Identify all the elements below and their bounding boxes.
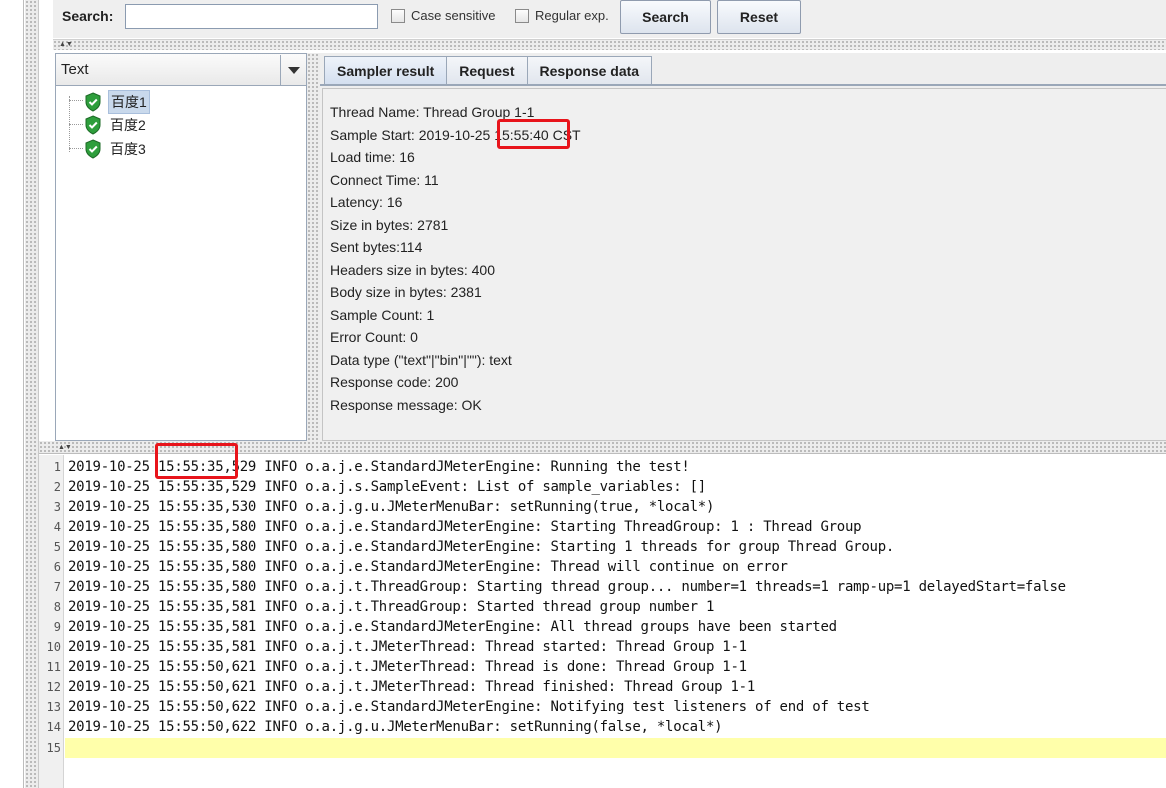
detail-thread-name: Thread Name: Thread Group 1-1 bbox=[330, 104, 535, 120]
line-number: 6 bbox=[53, 560, 61, 574]
reset-button[interactable]: Reset bbox=[717, 0, 801, 34]
case-sensitive-label: Case sensitive bbox=[411, 8, 496, 23]
search-button[interactable]: Search bbox=[620, 0, 711, 34]
log-text: 2019-10-25 15:55:50,622 INFO o.a.j.g.u.J… bbox=[68, 719, 723, 735]
checkbox-box[interactable] bbox=[391, 8, 405, 23]
log-line: 7 2019-10-25 15:55:35,580 INFO o.a.j.t.Th… bbox=[39, 577, 1166, 597]
tree-item-label: 百度3 bbox=[110, 141, 146, 157]
log-line: 3 2019-10-25 15:55:35,530 INFO o.a.j.g.u.… bbox=[39, 497, 1166, 517]
renderer-select-button[interactable] bbox=[280, 55, 306, 85]
line-number: 7 bbox=[53, 580, 61, 594]
log-text: 2019-10-25 15:55:35,580 INFO o.a.j.t.Thr… bbox=[68, 579, 1066, 595]
tree-connector bbox=[69, 100, 83, 101]
log-line[interactable]: 15 bbox=[39, 738, 1166, 758]
detail-error-count: Error Count: 0 bbox=[330, 329, 418, 345]
detail-response-message: Response message: OK bbox=[330, 397, 482, 413]
detail-sent-bytes: Sent bytes:114 bbox=[330, 239, 423, 255]
log-line: 4 2019-10-25 15:55:35,580 INFO o.a.j.e.St… bbox=[39, 517, 1166, 537]
tree-item-label: 百度1 bbox=[108, 90, 150, 114]
details-tabs: Sampler result Request Response data bbox=[324, 56, 653, 84]
log-line: 10 2019-10-25 15:55:35,581 INFO o.a.j.t.J… bbox=[39, 637, 1166, 657]
left-splitter[interactable] bbox=[25, 0, 39, 788]
tab-divider bbox=[320, 84, 1166, 86]
line-number: 13 bbox=[46, 700, 61, 714]
splitter-arrows-icon[interactable]: ▲▼ bbox=[58, 444, 72, 451]
renderer-select[interactable] bbox=[56, 54, 306, 86]
highlight-sample-start-time bbox=[497, 119, 570, 149]
tree-connector bbox=[69, 148, 83, 149]
log-text: 2019-10-25 15:55:35,580 INFO o.a.j.e.Sta… bbox=[68, 539, 895, 555]
log-line: 6 2019-10-25 15:55:35,580 INFO o.a.j.e.St… bbox=[39, 557, 1166, 577]
log-text: 2019-10-25 15:55:35,581 INFO o.a.j.e.Sta… bbox=[68, 619, 837, 635]
line-number: 12 bbox=[46, 680, 61, 694]
tree-item-baidu3[interactable]: 百度3 bbox=[84, 138, 148, 160]
highlight-log-start-time bbox=[155, 443, 238, 479]
tree-item-label: 百度2 bbox=[110, 117, 146, 133]
regular-exp-checkbox[interactable]: Regular exp. bbox=[515, 8, 609, 23]
renderer-select-value: Text bbox=[61, 61, 89, 78]
log-text: 2019-10-25 15:55:35,581 INFO o.a.j.t.Thr… bbox=[68, 599, 715, 615]
log-line: 11 2019-10-25 15:55:50,621 INFO o.a.j.t.J… bbox=[39, 657, 1166, 677]
green-check-shield-icon bbox=[85, 115, 101, 135]
line-number: 3 bbox=[53, 500, 61, 514]
tab-request[interactable]: Request bbox=[446, 56, 528, 84]
log-text: 2019-10-25 15:55:35,529 INFO o.a.j.s.Sam… bbox=[68, 479, 706, 495]
chevron-down-icon bbox=[287, 66, 300, 74]
log-text: 2019-10-25 15:55:50,622 INFO o.a.j.e.Sta… bbox=[68, 699, 870, 715]
line-number: 8 bbox=[53, 600, 61, 614]
green-check-shield-icon bbox=[85, 92, 101, 112]
search-label: Search: bbox=[62, 8, 114, 24]
detail-size-bytes: Size in bytes: 2781 bbox=[330, 217, 449, 233]
line-number: 14 bbox=[46, 720, 61, 734]
log-line: 12 2019-10-25 15:55:50,621 INFO o.a.j.t.J… bbox=[39, 677, 1166, 697]
case-sensitive-checkbox[interactable]: Case sensitive bbox=[391, 8, 496, 23]
tree-item-baidu1[interactable]: 百度1 bbox=[84, 90, 150, 114]
line-number: 2 bbox=[53, 480, 61, 494]
line-number: 11 bbox=[46, 660, 61, 674]
top-splitter[interactable]: ▲▼ bbox=[53, 39, 1166, 50]
detail-sample-count: Sample Count: 1 bbox=[330, 307, 435, 323]
line-number: 4 bbox=[53, 520, 61, 534]
log-text: 2019-10-25 15:55:35,580 INFO o.a.j.e.Sta… bbox=[68, 559, 788, 575]
detail-load-time: Load time: 16 bbox=[330, 149, 415, 165]
log-line: 13 2019-10-25 15:55:50,622 INFO o.a.j.e.S… bbox=[39, 697, 1166, 717]
splitter-arrows-icon[interactable]: ▲▼ bbox=[59, 41, 73, 48]
detail-headers-size: Headers size in bytes: 400 bbox=[330, 262, 495, 278]
regular-exp-label: Regular exp. bbox=[535, 8, 609, 23]
middle-splitter[interactable] bbox=[307, 53, 320, 441]
detail-data-type: Data type ("text"|"bin"|""): text bbox=[330, 352, 512, 368]
log-text: 2019-10-25 15:55:50,621 INFO o.a.j.t.JMe… bbox=[68, 679, 756, 695]
log-line: 2 2019-10-25 15:55:35,529 INFO o.a.j.s.Sa… bbox=[39, 477, 1166, 497]
line-number: 1 bbox=[53, 460, 61, 474]
line-number: 10 bbox=[46, 640, 61, 654]
log-line: 5 2019-10-25 15:55:35,580 INFO o.a.j.e.St… bbox=[39, 537, 1166, 557]
tree-connector bbox=[69, 124, 83, 125]
log-line: 14 2019-10-25 15:55:50,622 INFO o.a.j.g.u… bbox=[39, 717, 1166, 737]
tree-item-baidu2[interactable]: 百度2 bbox=[84, 114, 148, 136]
checkbox-box[interactable] bbox=[515, 8, 529, 23]
detail-latency: Latency: 16 bbox=[330, 194, 403, 210]
log-line: 8 2019-10-25 15:55:35,581 INFO o.a.j.t.Th… bbox=[39, 597, 1166, 617]
window-edge bbox=[23, 0, 24, 788]
green-check-shield-icon bbox=[85, 139, 101, 159]
line-number: 15 bbox=[46, 741, 61, 755]
log-text: 2019-10-25 15:55:35,530 INFO o.a.j.g.u.J… bbox=[68, 499, 715, 515]
log-text: 2019-10-25 15:55:50,621 INFO o.a.j.t.JMe… bbox=[68, 659, 747, 675]
search-input[interactable] bbox=[125, 4, 378, 29]
line-number: 9 bbox=[53, 620, 61, 634]
line-number: 5 bbox=[53, 540, 61, 554]
detail-connect-time: Connect Time: 11 bbox=[330, 172, 439, 188]
detail-body-size: Body size in bytes: 2381 bbox=[330, 284, 482, 300]
tab-response-data[interactable]: Response data bbox=[526, 56, 653, 84]
log-text: 2019-10-25 15:55:35,581 INFO o.a.j.t.JMe… bbox=[68, 639, 747, 655]
detail-response-code: Response code: 200 bbox=[330, 374, 459, 390]
tab-sampler-result[interactable]: Sampler result bbox=[324, 56, 448, 84]
log-text: 2019-10-25 15:55:35,580 INFO o.a.j.e.Sta… bbox=[68, 519, 862, 535]
log-line: 9 2019-10-25 15:55:35,581 INFO o.a.j.e.St… bbox=[39, 617, 1166, 637]
